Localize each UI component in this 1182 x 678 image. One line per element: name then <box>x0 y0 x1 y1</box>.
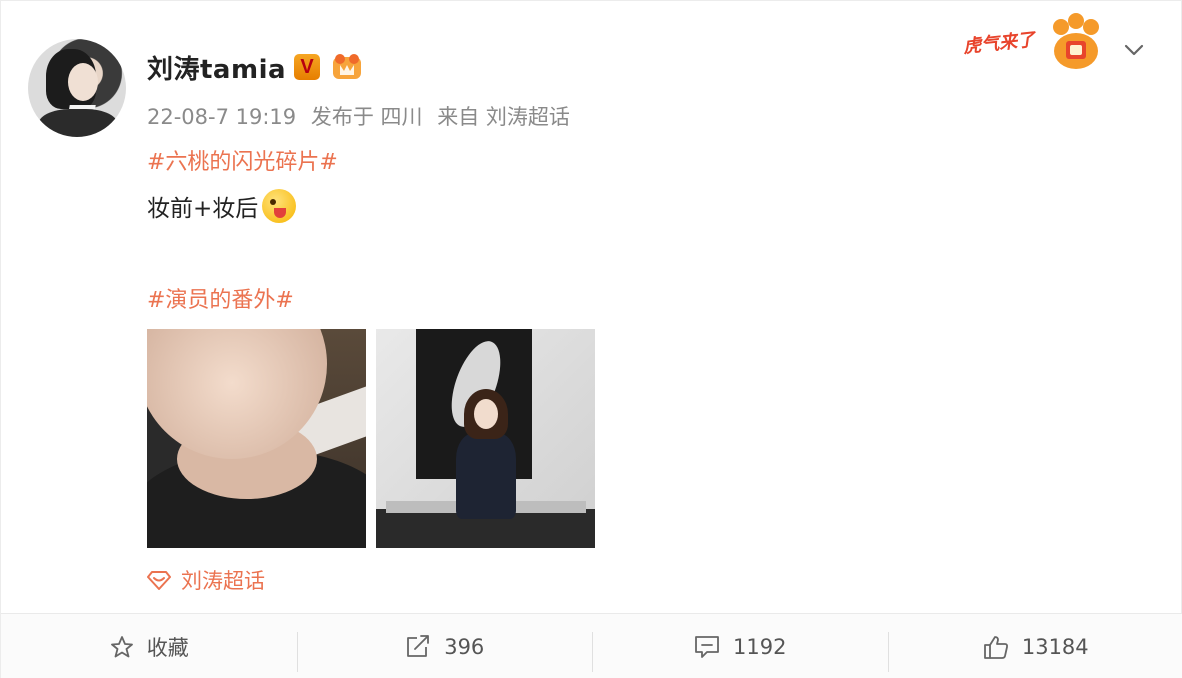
weibo-post-card: 刘涛tamia V 22-08-7 19:19 发布于 四川 来自 刘涛超话 #… <box>0 0 1182 678</box>
like-count: 13184 <box>1021 634 1089 659</box>
tiger-decoration-text: 虎气来了 <box>962 29 1037 58</box>
topic-link-1[interactable]: #六桃的闪光碎片# <box>147 144 338 176</box>
star-icon <box>110 635 133 657</box>
post-photo-1[interactable] <box>147 329 366 548</box>
post-source[interactable]: 来自 刘涛超话 <box>437 105 570 129</box>
topic-link-2[interactable]: #演员的番外# <box>147 282 294 314</box>
repost-button[interactable]: 396 <box>296 614 593 678</box>
supertopic-diamond-icon <box>147 571 171 590</box>
like-button[interactable]: 13184 <box>887 614 1182 678</box>
tiger-paw-icon <box>1053 13 1099 69</box>
repost-count: 396 <box>444 634 485 659</box>
post-photo-2[interactable] <box>376 329 595 548</box>
post-meta: 22-08-7 19:19 发布于 四川 来自 刘涛超话 <box>147 101 578 131</box>
comment-button[interactable]: 1192 <box>592 614 888 678</box>
supertopic-link[interactable]: 刘涛超话 <box>147 565 265 595</box>
action-bar: 收藏 396 1192 13184 <box>1 613 1182 678</box>
avatar[interactable] <box>28 39 126 137</box>
favorite-label: 收藏 <box>146 635 189 660</box>
repost-icon <box>407 634 430 657</box>
user-name[interactable]: 刘涛tamia <box>147 49 286 86</box>
favorite-button[interactable]: 收藏 <box>1 614 297 678</box>
supertopic-label: 刘涛超话 <box>181 569 265 593</box>
post-text: 妆前+妆后 <box>147 196 259 222</box>
post-location: 发布于 四川 <box>310 105 423 129</box>
membership-crown-icon[interactable] <box>331 51 363 81</box>
comment-icon <box>695 635 719 658</box>
verified-badge-icon: V <box>294 54 320 80</box>
tongue-out-emoji-icon <box>262 189 297 223</box>
thumbs-up-icon <box>983 635 1008 659</box>
post-content: 妆前+妆后 <box>147 189 297 223</box>
comment-count: 1192 <box>733 634 787 659</box>
tiger-decoration[interactable]: 虎气来了 <box>962 13 1103 73</box>
post-time[interactable]: 22-08-7 19:19 <box>147 105 296 129</box>
chevron-down-icon[interactable] <box>1121 37 1147 63</box>
